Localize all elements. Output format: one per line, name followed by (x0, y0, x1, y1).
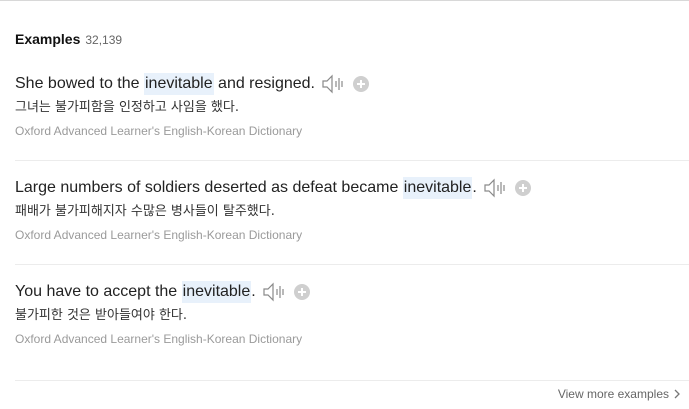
example-source: Oxford Advanced Learner's English-Korean… (15, 124, 303, 138)
highlighted-word: inevitable (143, 73, 214, 95)
sentence-text: Large numbers of soldiers deserted as de… (15, 179, 403, 196)
highlighted-word: inevitable (181, 281, 252, 303)
plus-circle-icon[interactable] (293, 284, 310, 300)
sentence-text: You have to accept the (15, 283, 182, 300)
example-item: You have to accept the inevitable . 불가피한… (15, 281, 689, 346)
example-translation: 패배가 불가피해지자 수많은 병사들이 탈주했다. (15, 204, 275, 219)
example-sentence: She bowed to the inevitable and resigned… (15, 73, 689, 95)
speaker-icon[interactable] (321, 74, 345, 94)
example-item: Large numbers of soldiers deserted as de… (15, 177, 689, 242)
plus-circle-icon[interactable] (353, 76, 369, 92)
chevron-right-icon (673, 388, 681, 400)
examples-count: 32,139 (85, 33, 123, 47)
speaker-icon[interactable] (483, 178, 507, 198)
example-translation: 불가피한 것은 받아들여야 한다. (15, 308, 188, 323)
divider (15, 380, 689, 381)
sentence-text: She bowed to the (15, 75, 144, 92)
example-sentence: Large numbers of soldiers deserted as de… (15, 177, 689, 199)
sentence-text: . (472, 179, 477, 196)
view-more-examples-link[interactable]: View more examples (558, 387, 681, 401)
plus-circle-icon[interactable] (514, 180, 531, 196)
example-source: Oxford Advanced Learner's English-Korean… (15, 228, 303, 242)
view-more-label: View more examples (557, 387, 669, 401)
examples-title: Examples (15, 31, 81, 47)
highlighted-word: inevitable (402, 177, 473, 199)
example-translation: 그녀는 불가피함을 인정하고 사임을 했다. (15, 100, 239, 115)
examples-header: Examples 32,139 (15, 31, 122, 47)
example-item: She bowed to the inevitable and resigned… (15, 73, 689, 138)
sentence-text: . (251, 283, 256, 300)
divider (15, 160, 689, 161)
example-sentence: You have to accept the inevitable . (15, 281, 689, 303)
speaker-icon[interactable] (262, 282, 286, 302)
sentence-text: and resigned. (213, 75, 315, 92)
example-source: Oxford Advanced Learner's English-Korean… (15, 332, 303, 346)
divider (15, 264, 689, 265)
examples-panel: Examples 32,139 She bowed to the inevita… (0, 0, 689, 409)
